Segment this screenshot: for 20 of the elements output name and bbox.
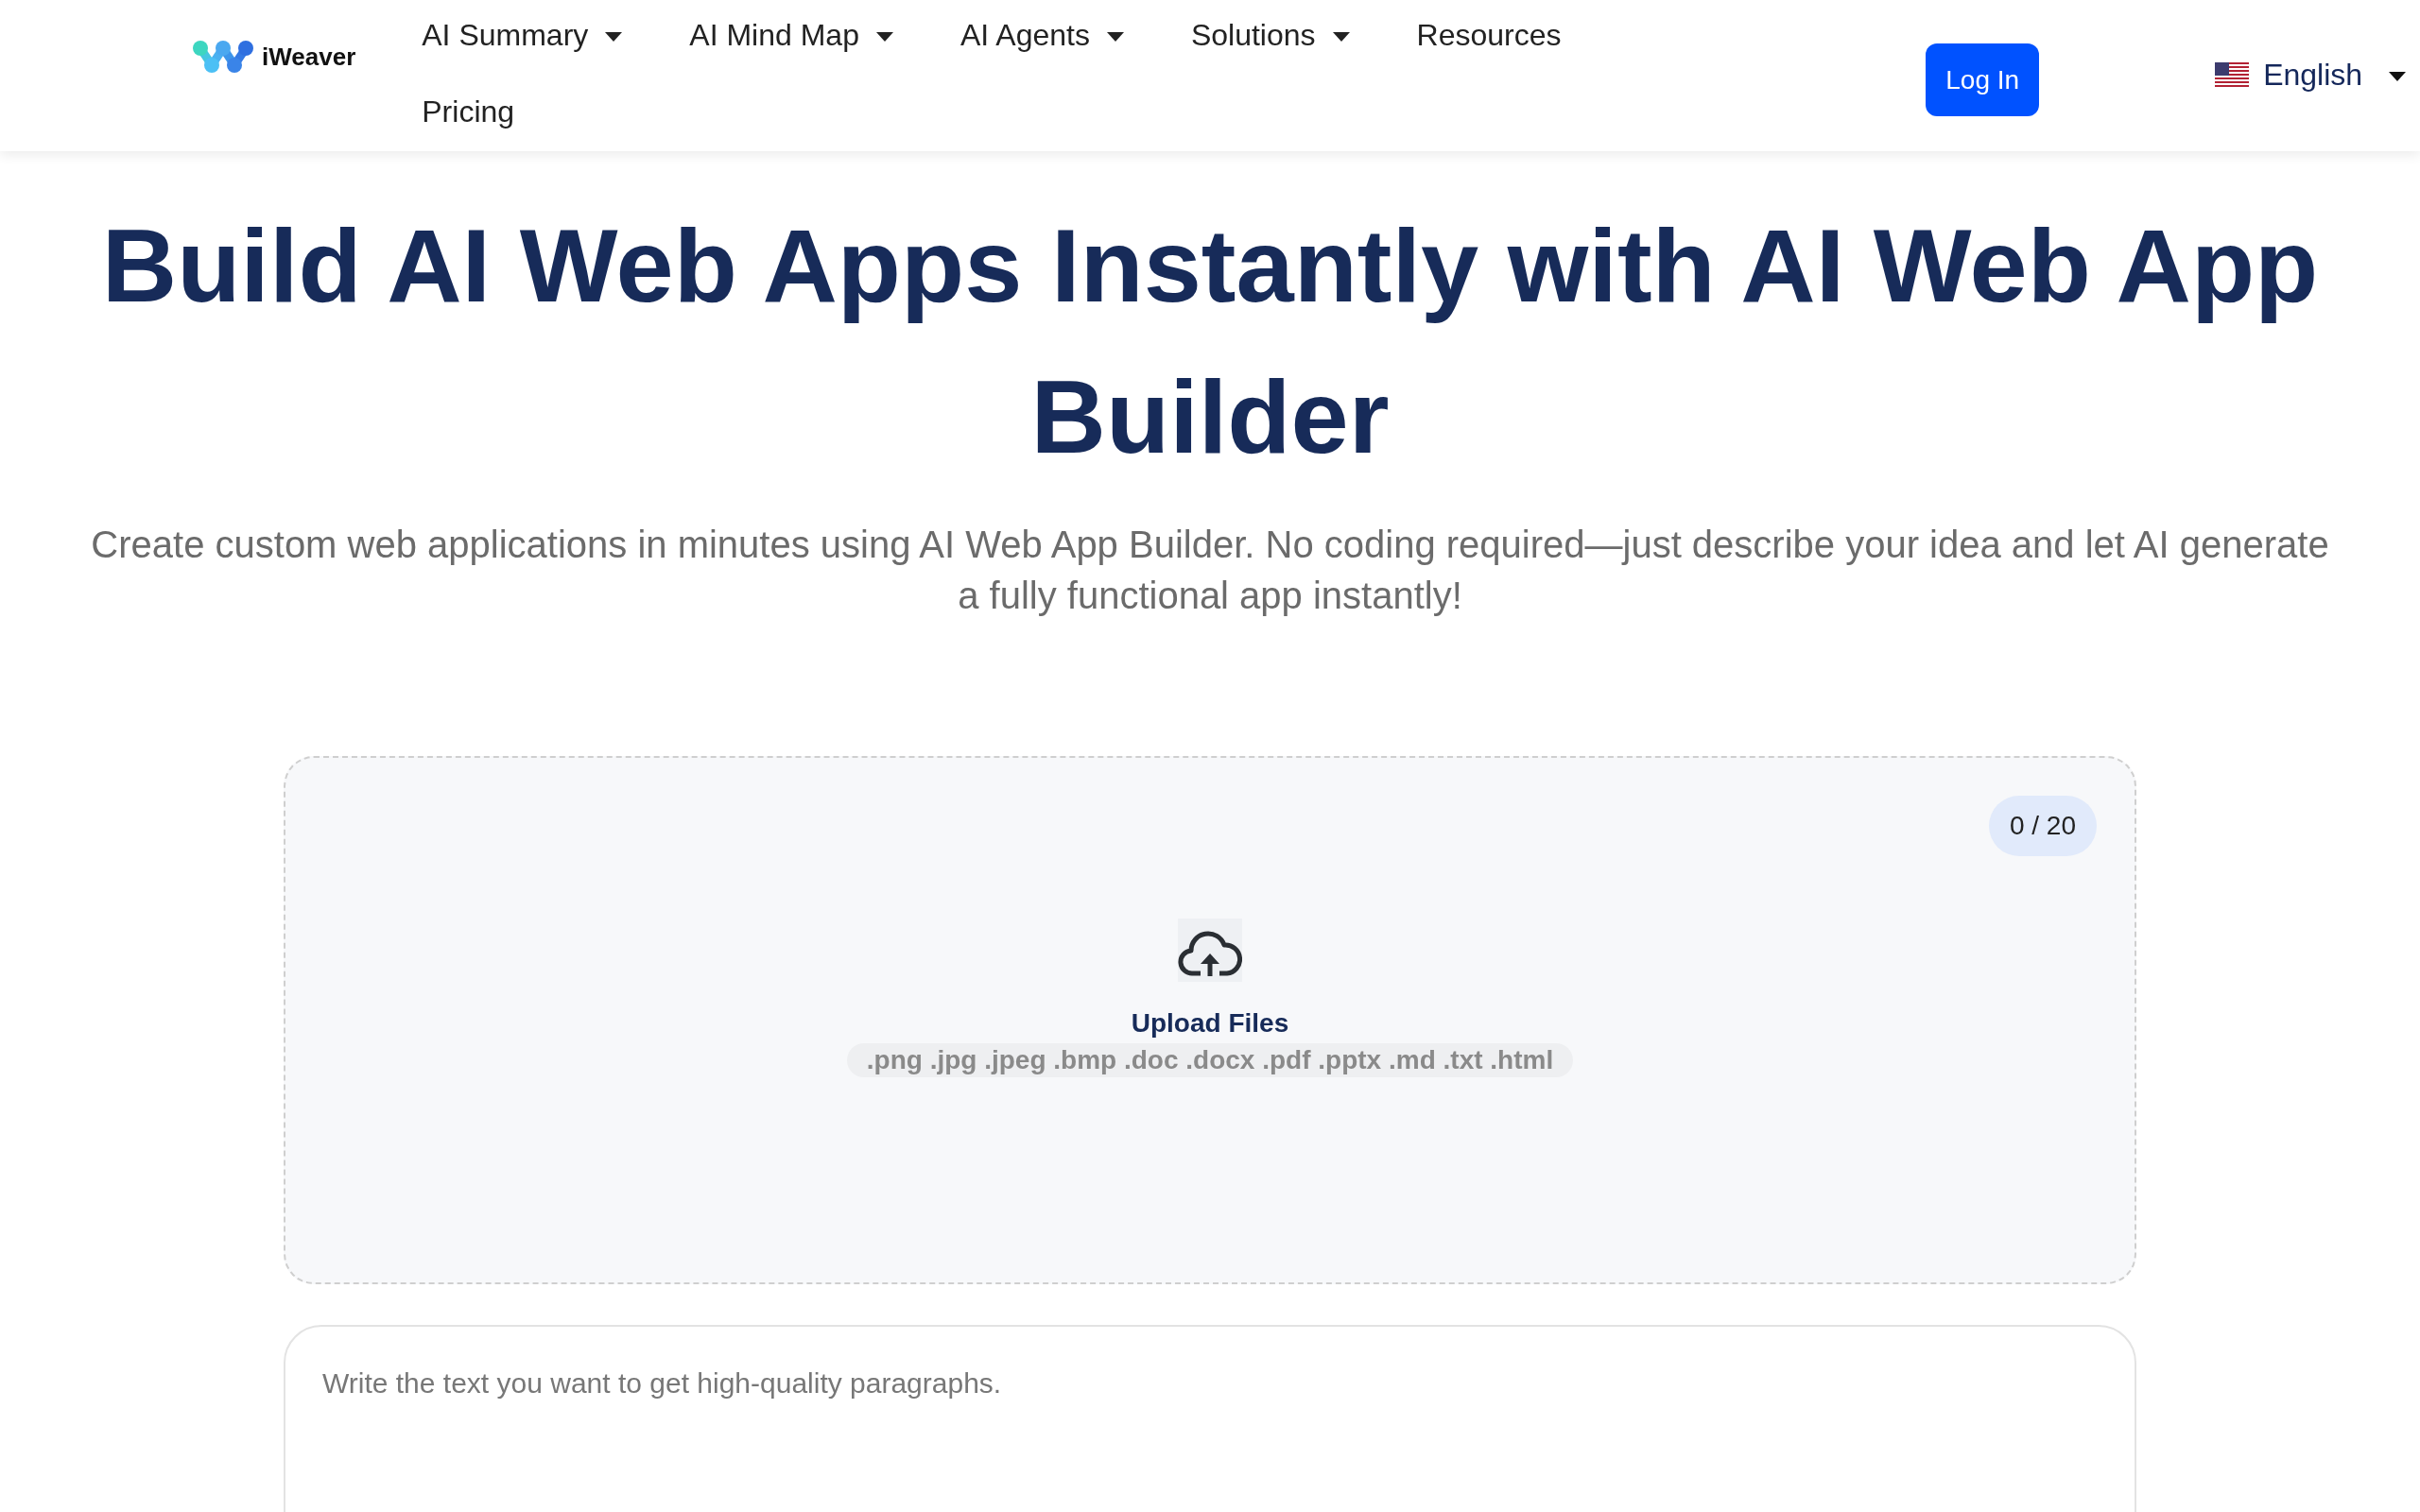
caret-icon [2389,71,2407,81]
page-title: Build AI Web Apps Instantly with AI Web App Builder [100,206,2320,476]
flag-icon [2215,62,2250,87]
nav-link[interactable]: AI Summary [422,11,623,59]
nav-link[interactable]: Solutions [1190,11,1350,59]
nav-link[interactable]: AI Mind Map [689,11,893,59]
login-button[interactable]: Log In [1926,43,2040,116]
language-selector[interactable]: English [2215,56,2407,94]
logo-icon[interactable] [193,40,253,74]
prompt-input[interactable]: Write the text you want to get high-quality paragraphs. [284,1325,2136,1512]
file-types-label: .png .jpg .jpeg .bmp .doc .docx .pdf .pptx .md .txt .html [846,1043,1574,1077]
page-subtitle: Create custom web applications in minutes using AI Web App Builder. No coding required—just describe your idea and let AI generate a fully functional app instantly! [90,523,2330,618]
nav-link[interactable]: Pricing [422,88,515,135]
logo-text[interactable]: iWeaver [262,40,356,74]
file-counter: 0 / 20 [1988,796,2097,856]
upload-dropzone[interactable]: 0 / 20 Upload Files .png .jpg .jpeg .bmp .doc .docx .pdf .pptx .md .txt .html [284,756,2136,1284]
cloud-upload-icon [1178,919,1242,982]
nav-link[interactable]: Resources [1416,11,1562,59]
nav-link[interactable]: AI Agents [959,11,1124,59]
upload-label: Upload Files [1131,1007,1289,1040]
